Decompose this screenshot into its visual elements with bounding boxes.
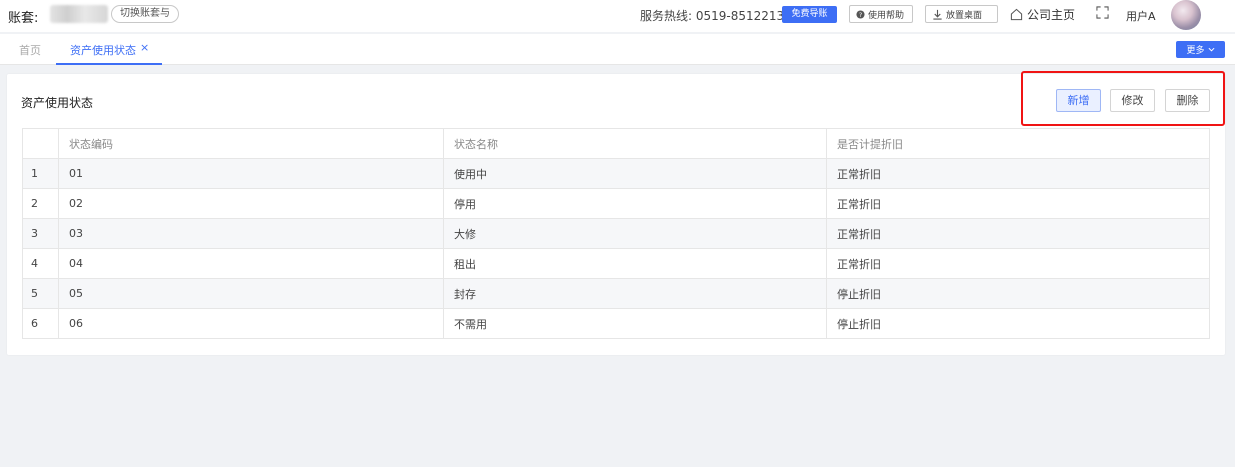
column-header-code[interactable]: 状态编码 (58, 128, 444, 159)
row-index: 3 (22, 218, 59, 249)
account-label: 账套: (8, 11, 39, 26)
status-code: 04 (58, 248, 444, 279)
status-code: 05 (58, 278, 444, 309)
asset-status-table: 状态编码 状态名称 是否计提折旧 1 01 使用中 正常折旧 2 02 停用 正… (22, 128, 1210, 339)
top-bar: 账套: 切换账套与 服务热线: 0519-85122137 免费导账 ? 使用帮… (0, 0, 1235, 32)
column-header-name[interactable]: 状态名称 (443, 128, 827, 159)
tab-asset-status[interactable]: 资产使用状态 × (56, 34, 162, 65)
row-index: 1 (22, 158, 59, 189)
tab-bar: 首页 资产使用状态 × 更多 (0, 34, 1235, 65)
home-icon (1010, 8, 1023, 21)
table-row[interactable]: 6 06 不需用 停止折旧 (22, 308, 1210, 339)
status-name: 大修 (443, 218, 827, 249)
status-name: 使用中 (443, 158, 827, 189)
table-row[interactable]: 5 05 封存 停止折旧 (22, 278, 1210, 309)
table-row[interactable]: 1 01 使用中 正常折旧 (22, 158, 1210, 189)
table-header-row: 状态编码 状态名称 是否计提折旧 (22, 128, 1210, 159)
place-desktop-button[interactable]: 放置桌面 (925, 5, 998, 23)
page-title: 资产使用状态 (21, 96, 94, 110)
tab-asset-status-label: 资产使用状态 (70, 44, 136, 57)
depreciation-flag: 正常折旧 (826, 248, 1210, 279)
close-icon[interactable]: × (140, 41, 149, 54)
svg-text:?: ? (859, 12, 862, 19)
row-index: 5 (22, 278, 59, 309)
depreciation-flag: 正常折旧 (826, 188, 1210, 219)
user-name[interactable]: 用户A (1126, 8, 1156, 24)
column-header-index (22, 128, 59, 159)
account-name-blurred (50, 5, 108, 23)
more-label: 更多 (1186, 46, 1205, 56)
help-label: 使用帮助 (868, 10, 905, 21)
tab-home[interactable]: 首页 (19, 42, 41, 58)
status-code: 02 (58, 188, 444, 219)
table-row[interactable]: 4 04 租出 正常折旧 (22, 248, 1210, 279)
status-name: 租出 (443, 248, 827, 279)
asset-status-card: 资产使用状态 新增 修改 删除 状态编码 状态名称 是否计提折旧 1 01 使用… (7, 71, 1225, 355)
more-button[interactable]: 更多 (1176, 41, 1225, 58)
depreciation-flag: 正常折旧 (826, 218, 1210, 249)
question-icon: ? (856, 9, 865, 19)
row-index: 6 (22, 308, 59, 339)
status-code: 06 (58, 308, 444, 339)
download-icon (932, 9, 943, 20)
switch-account-button[interactable]: 切换账套与 (111, 5, 179, 23)
service-hotline: 服务热线: 0519-85122137 (640, 9, 792, 23)
chevron-down-icon (1208, 47, 1215, 52)
status-code: 03 (58, 218, 444, 249)
status-name: 不需用 (443, 308, 827, 339)
free-import-button[interactable]: 免费导账 (782, 6, 837, 23)
delete-button[interactable]: 删除 (1165, 89, 1210, 112)
place-desktop-label: 放置桌面 (946, 10, 983, 21)
company-home-label: 公司主页 (1027, 8, 1076, 22)
column-header-depreciation[interactable]: 是否计提折旧 (826, 128, 1210, 159)
status-name: 停用 (443, 188, 827, 219)
row-index: 4 (22, 248, 59, 279)
add-button[interactable]: 新增 (1056, 89, 1101, 112)
help-button[interactable]: ? 使用帮助 (849, 5, 913, 23)
company-home-link[interactable]: 公司主页 (1010, 6, 1075, 23)
user-avatar[interactable] (1171, 0, 1201, 30)
row-index: 2 (22, 188, 59, 219)
fullscreen-icon[interactable] (1096, 6, 1109, 19)
status-name: 封存 (443, 278, 827, 309)
table-row[interactable]: 2 02 停用 正常折旧 (22, 188, 1210, 219)
status-code: 01 (58, 158, 444, 189)
table-row[interactable]: 3 03 大修 正常折旧 (22, 218, 1210, 249)
depreciation-flag: 停止折旧 (826, 278, 1210, 309)
edit-button[interactable]: 修改 (1110, 89, 1155, 112)
depreciation-flag: 停止折旧 (826, 308, 1210, 339)
depreciation-flag: 正常折旧 (826, 158, 1210, 189)
